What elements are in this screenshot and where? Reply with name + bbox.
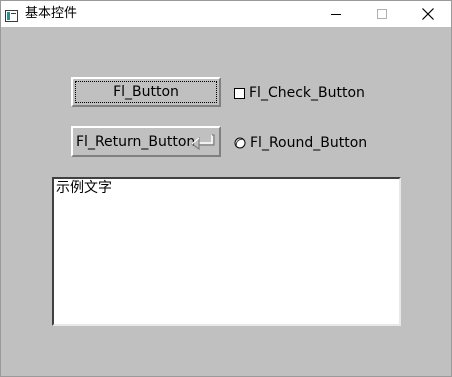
client-area: Fl_Button Fl_Check_Button Fl_Return_Butt… [1,27,451,376]
close-icon [422,8,434,20]
minimize-button[interactable] [313,1,359,27]
minimize-icon [331,14,341,15]
checkbox-box[interactable] [234,87,245,99]
fl-return-button[interactable]: Fl_Return_Button [71,126,221,157]
text-display[interactable]: 示例文字 [52,177,401,326]
maximize-button[interactable] [359,1,405,27]
fl-round-button-label: Fl_Round_Button [250,135,368,151]
fl-check-button-label: Fl_Check_Button [249,85,365,101]
window-title: 基本控件 [25,6,78,21]
text-display-content: 示例文字 [56,180,112,196]
title-bar[interactable]: 基本控件 [1,1,451,27]
maximize-icon [377,9,387,19]
app-icon [5,7,18,22]
fl-return-button-label: Fl_Return_Button [76,133,196,150]
fl-check-button[interactable]: Fl_Check_Button [234,84,365,102]
fl-button[interactable]: Fl_Button [71,77,221,107]
fl-button-label: Fl_Button [113,84,179,100]
fl-round-button[interactable]: Fl_Round_Button [234,134,367,152]
return-arrow-icon [190,133,216,151]
close-button[interactable] [405,1,451,27]
app-window: 基本控件 Fl_Button Fl_Check_Button Fl_Return… [0,0,452,377]
radio-circle[interactable] [234,137,246,149]
